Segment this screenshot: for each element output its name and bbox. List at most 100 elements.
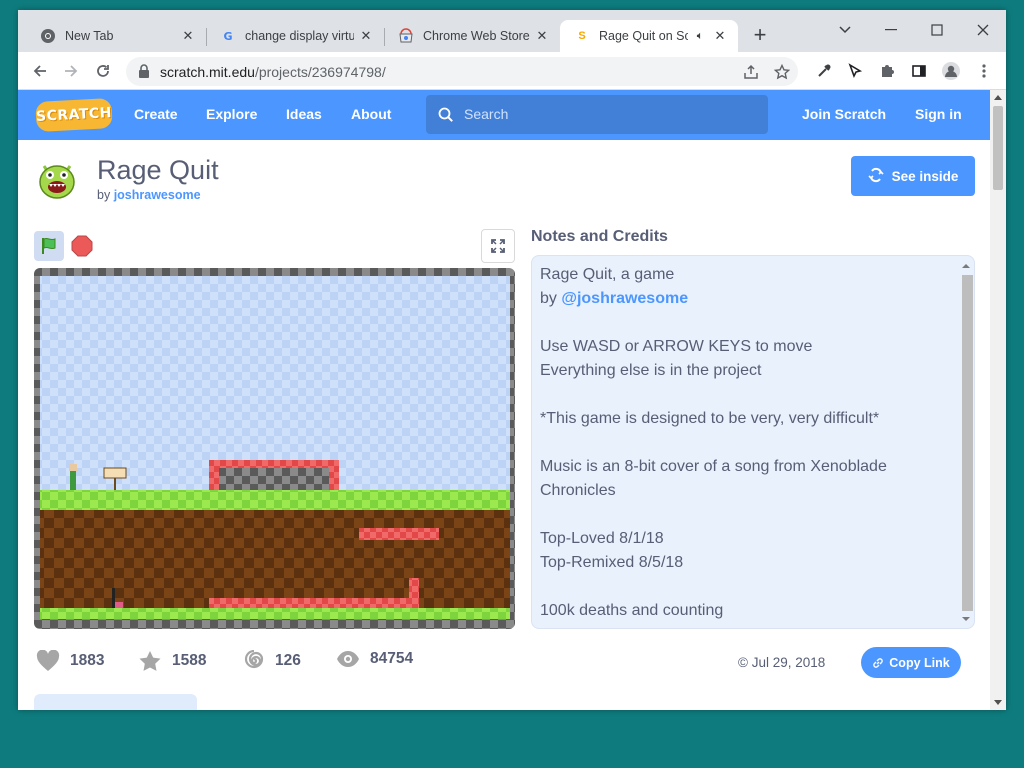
browser-window: New Tab ✕ G change display virtua ✕ Chro… (18, 10, 1006, 710)
author-mention-link[interactable]: @joshrawesome (561, 290, 688, 307)
fullscreen-icon (491, 239, 505, 253)
notes-by: by (540, 290, 562, 307)
close-window-button[interactable] (960, 16, 1006, 44)
scratch-navbar: SCRATCH Create Explore Ideas About Join … (18, 90, 990, 140)
favorite-stat[interactable]: 1588 (138, 650, 206, 672)
close-tab-icon[interactable]: ✕ (712, 28, 728, 44)
tab-new-tab[interactable]: New Tab ✕ (26, 20, 206, 52)
cursor-extension-icon[interactable] (844, 60, 866, 82)
nav-explore[interactable]: Explore (206, 106, 257, 122)
notes-line: Everything else is in the project (540, 362, 762, 379)
stop-button[interactable] (68, 231, 96, 261)
maximize-button[interactable] (914, 16, 960, 44)
bookmark-star-icon[interactable] (771, 61, 793, 83)
scratch-logo-text: SCRATCH (35, 105, 113, 125)
back-button[interactable] (29, 60, 51, 82)
notes-line: 100k deaths and counting (540, 602, 724, 619)
view-count: 84754 (370, 650, 414, 667)
audio-playing-icon[interactable]: 🔈︎ (692, 28, 708, 44)
love-stat[interactable]: 1883 (36, 650, 104, 672)
url-text: scratch.mit.edu/projects/236974798/ (160, 64, 386, 80)
green-flag-icon (42, 237, 56, 254)
nav-about[interactable]: About (351, 106, 391, 122)
notes-scrollbar[interactable] (959, 257, 973, 627)
star-icon (139, 651, 161, 671)
notes-line: Top-Remixed 8/5/18 (540, 554, 684, 571)
nav-ideas[interactable]: Ideas (286, 106, 322, 122)
remix-spiral-icon (244, 650, 264, 669)
tab-title: change display virtua (245, 29, 354, 43)
author-link[interactable]: joshrawesome (114, 188, 201, 202)
game-stage[interactable] (34, 268, 515, 629)
eyedropper-extension-icon[interactable] (813, 60, 835, 82)
reload-button[interactable] (92, 60, 114, 82)
google-icon: G (223, 29, 233, 43)
close-tab-icon[interactable]: ✕ (180, 28, 196, 44)
scroll-up-arrow-icon (962, 264, 970, 268)
see-inside-button[interactable]: See inside (851, 156, 975, 196)
address-toolbar: scratch.mit.edu/projects/236974798/ (18, 52, 1006, 90)
page-scroll-thumb[interactable] (993, 106, 1003, 190)
notes-line: Use WASD or ARROW KEYS to move (540, 338, 813, 355)
notes-line: Rage Quit, a game (540, 266, 675, 283)
page-viewport: SCRATCH Create Explore Ideas About Join … (18, 90, 1006, 710)
scroll-down-arrow-icon[interactable] (994, 700, 1002, 705)
close-tab-icon[interactable]: ✕ (534, 28, 550, 44)
notes-line: by @joshrawesome (540, 287, 952, 311)
love-count: 1883 (70, 652, 105, 669)
share-icon[interactable] (740, 61, 762, 83)
favorite-count: 1588 (172, 652, 207, 669)
url-path: /projects/236974798/ (254, 64, 386, 80)
scratch-logo[interactable]: SCRATCH (35, 98, 113, 132)
notes-heading: Notes and Credits (531, 228, 668, 245)
copy-link-button[interactable]: Copy Link (861, 647, 961, 678)
notes-scroll-thumb[interactable] (962, 275, 973, 611)
search-icon (438, 107, 454, 128)
scroll-down-arrow-icon (962, 617, 970, 621)
forward-button[interactable] (60, 60, 82, 82)
bottom-card (34, 694, 197, 710)
tab-google-search[interactable]: G change display virtua ✕ (206, 20, 384, 52)
extensions-puzzle-icon[interactable] (876, 60, 898, 82)
minimize-button[interactable] (868, 16, 914, 44)
by-label: by (97, 188, 111, 202)
fullscreen-button[interactable] (481, 229, 515, 263)
remix-count: 126 (275, 652, 301, 669)
remix-stat[interactable]: 126 (243, 650, 301, 672)
notes-panel[interactable]: Rage Quit, a game by @joshrawesome Use W… (531, 255, 975, 629)
project-date: © Jul 29, 2018 (738, 655, 826, 670)
tab-title: New Tab (65, 29, 114, 43)
notes-line: *This game is designed to be very, very … (540, 410, 880, 427)
tab-chrome-web-store[interactable]: Chrome Web Store - ✕ (384, 20, 560, 52)
heart-icon (36, 650, 60, 671)
profile-avatar-icon[interactable] (940, 60, 962, 82)
copy-link-label: Copy Link (889, 655, 950, 670)
url-host: scratch.mit.edu (160, 64, 255, 80)
side-panel-icon[interactable] (908, 60, 930, 82)
tab-search-button[interactable] (822, 16, 868, 44)
nav-create[interactable]: Create (134, 106, 178, 122)
view-stat: 84754 (336, 650, 413, 668)
menu-kebab-icon[interactable] (973, 60, 995, 82)
eye-icon (337, 651, 359, 667)
join-scratch-link[interactable]: Join Scratch (802, 106, 886, 122)
project-title: Rage Quit (97, 155, 219, 185)
search-box[interactable] (426, 95, 768, 134)
sign-in-link[interactable]: Sign in (915, 106, 962, 122)
link-icon (873, 657, 884, 668)
tab-rage-quit[interactable]: S Rage Quit on Scr 🔈︎ ✕ (560, 20, 738, 52)
close-tab-icon[interactable]: ✕ (358, 28, 374, 44)
scratch-icon: S (578, 30, 586, 42)
address-bar[interactable]: scratch.mit.edu/projects/236974798/ (126, 57, 798, 86)
green-flag-button[interactable] (34, 231, 64, 261)
chrome-icon (40, 28, 56, 44)
page-scrollbar[interactable] (990, 90, 1006, 710)
scroll-up-arrow-icon[interactable] (994, 95, 1002, 100)
new-tab-button[interactable]: + (748, 24, 772, 48)
stop-sign-icon (71, 235, 93, 257)
author-avatar[interactable] (36, 158, 78, 200)
search-input[interactable] (464, 104, 754, 124)
remix-arrows-icon (868, 167, 884, 186)
see-inside-label: See inside (891, 168, 959, 184)
lock-icon[interactable] (138, 64, 152, 78)
